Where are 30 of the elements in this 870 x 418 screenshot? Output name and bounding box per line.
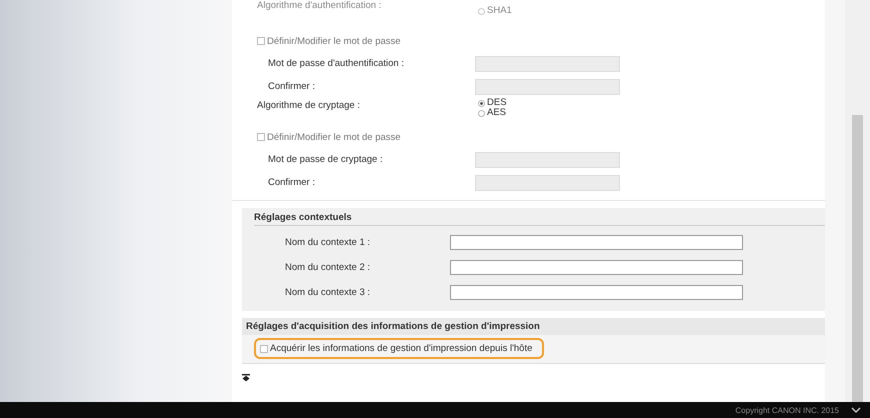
- radio-button[interactable]: [478, 100, 485, 106]
- scrollbar[interactable]: [845, 0, 870, 402]
- field-label: Nom du contexte 2 :: [284, 262, 372, 273]
- option-label: DES: [487, 98, 507, 108]
- radio-button[interactable]: [478, 8, 485, 14]
- back-to-top-icon[interactable]: [242, 374, 250, 382]
- checkbox[interactable]: [257, 133, 265, 141]
- copyright-text: Copyright CANON INC. 2015: [735, 406, 839, 414]
- field-label: Nom du contexte 1 :: [284, 237, 372, 248]
- checkbox[interactable]: [257, 37, 265, 45]
- field-label: Confirmer :: [267, 81, 316, 92]
- option-label: AES: [487, 108, 506, 118]
- checkbox-label: Acquérir les informations de gestion d'impression depuis l'hôte: [270, 343, 532, 354]
- checkbox[interactable]: [260, 344, 268, 352]
- checkbox-label: Définir/Modifier le mot de passe: [267, 36, 401, 46]
- section-title: Réglages d'acquisition des informations de gestion d'impression: [242, 318, 825, 335]
- field-label: Algorithme de cryptage :: [257, 100, 361, 111]
- radio-button[interactable]: [478, 110, 485, 116]
- chevron-down-icon[interactable]: [851, 406, 861, 414]
- field-label: Mot de passe de cryptage :: [267, 154, 384, 165]
- field-label: Algorithme d'authentification :: [257, 0, 382, 11]
- field-label: Confirmer :: [267, 177, 316, 188]
- section-title: Réglages contextuels: [254, 212, 825, 226]
- text-field[interactable]: [450, 235, 743, 250]
- field-label: Mot de passe d'authentification :: [267, 58, 405, 69]
- text-field[interactable]: [450, 285, 743, 300]
- text-field[interactable]: [450, 260, 743, 275]
- checkbox-label: Définir/Modifier le mot de passe: [267, 132, 401, 142]
- option-label: SHA1: [487, 6, 512, 16]
- field-label: Nom du contexte 3 :: [284, 287, 372, 298]
